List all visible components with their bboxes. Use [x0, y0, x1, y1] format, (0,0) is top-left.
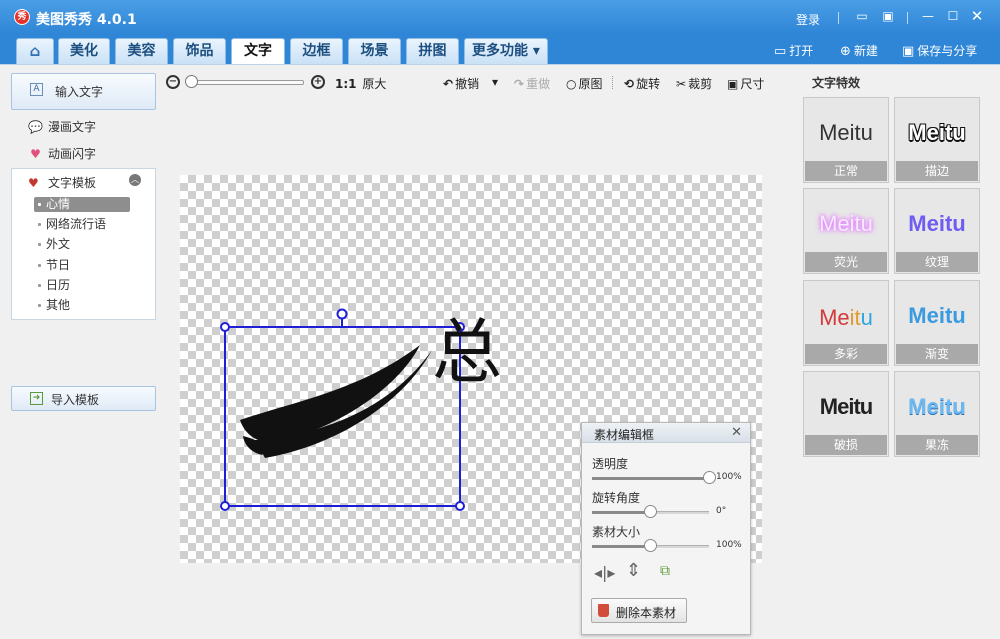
rotation-value: 0° [716, 506, 727, 516]
size-fill [592, 545, 651, 548]
opacity-slider[interactable] [592, 477, 709, 480]
rotate-handle[interactable] [336, 308, 348, 320]
flip-horizontal-icon[interactable]: ◂|▸ [594, 563, 615, 582]
copy-material-icon[interactable]: ⧉ [660, 563, 670, 579]
rotation-fill [592, 511, 651, 514]
effect-jelly[interactable]: Meitu 果冻 [894, 371, 980, 457]
effect-stroke[interactable]: Meitu 描边 [894, 97, 980, 183]
delete-material-button[interactable]: 删除本素材 [591, 598, 687, 623]
opacity-value: 100% [716, 472, 742, 482]
effect-texture[interactable]: Meitu 纹理 [894, 188, 980, 274]
close-icon[interactable]: ✕ [731, 425, 742, 440]
resize-handle[interactable] [220, 501, 230, 511]
size-label: 素材大小 [592, 525, 641, 539]
canvas-text[interactable]: 总 [432, 312, 502, 392]
material-editor-header[interactable]: 素材编辑框 ✕ [582, 423, 750, 443]
effect-broken[interactable]: Meitu 破损 [803, 371, 889, 457]
rotation-label: 旋转角度 [592, 491, 641, 505]
material-editor-panel: 素材编辑框 ✕ 透明度 100% 旋转角度 0° 素材大小 100% ◂|▸ ⇕… [581, 422, 751, 635]
resize-handle[interactable] [455, 501, 465, 511]
opacity-slider-thumb[interactable] [702, 471, 716, 484]
opacity-fill [592, 477, 709, 480]
effect-normal[interactable]: Meitu 正常 [803, 97, 889, 183]
size-value: 100% [716, 540, 742, 550]
brush-stroke-material[interactable] [240, 345, 432, 458]
effect-gradient[interactable]: Meitu 渐变 [894, 280, 980, 366]
flip-vertical-icon[interactable]: ⇕ [626, 560, 641, 581]
rotation-slider-thumb[interactable] [644, 505, 657, 518]
text-effects-title: 文字特效 [812, 76, 861, 90]
resize-handle[interactable] [220, 322, 230, 332]
effect-glow[interactable]: Meitu 荧光 [803, 188, 889, 274]
size-slider-thumb[interactable] [644, 539, 657, 552]
trash-icon [598, 604, 609, 617]
effect-colorful[interactable]: Meitu 多彩 [803, 280, 889, 366]
opacity-label: 透明度 [592, 457, 629, 471]
